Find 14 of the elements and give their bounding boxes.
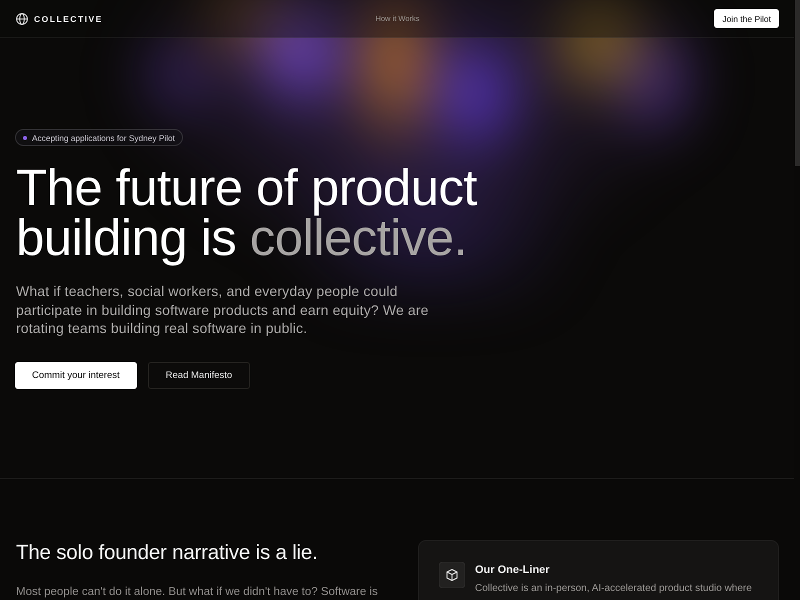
section-heading: The solo founder narrative is a lie.: [16, 541, 319, 565]
join-pilot-button[interactable]: Join the Pilot: [714, 9, 779, 28]
badge-text: Accepting applications for Sydney Pilot: [32, 132, 175, 142]
globe-icon: [16, 12, 28, 24]
cube-icon: [439, 562, 465, 588]
card-title: Our One-Liner: [475, 564, 551, 576]
status-dot-icon: [23, 136, 27, 140]
scrollbar-thumb[interactable]: [795, 0, 800, 166]
manifesto-button[interactable]: Read Manifesto: [148, 362, 250, 388]
section-text: Most people can't do it alone. But what if we didn't have to? Software is: [16, 585, 379, 600]
card-text: Collective is an in-person, AI-accelerated product studio where: [475, 582, 752, 596]
commit-button[interactable]: Commit your interest: [15, 362, 137, 388]
brand-name: COLLECTIVE: [34, 14, 103, 24]
hero-description: What if teachers, social workers, and everyday people could participate in building software products and earn equity? We are rotating teams building real software in public.: [16, 282, 430, 338]
